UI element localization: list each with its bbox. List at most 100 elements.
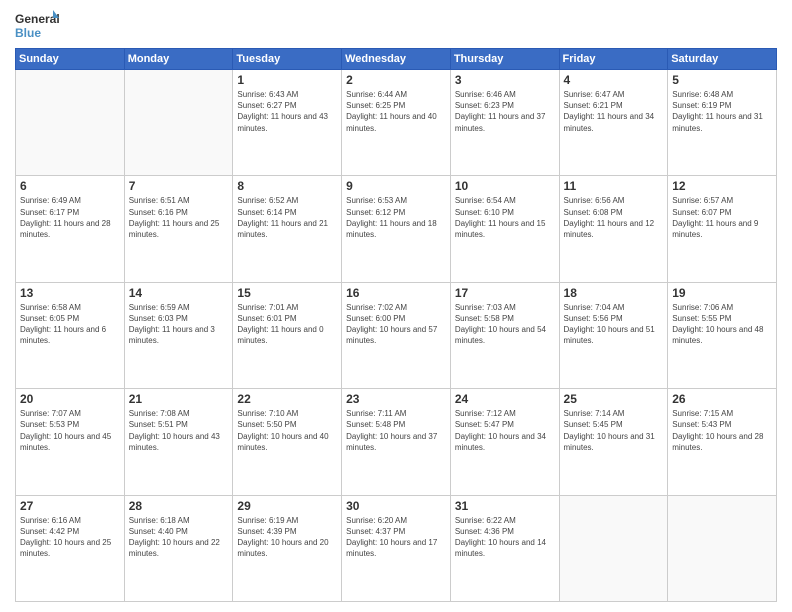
day-number: 23 <box>346 392 446 406</box>
day-info: Sunrise: 7:01 AMSunset: 6:01 PMDaylight:… <box>237 302 337 347</box>
day-info: Sunrise: 7:15 AMSunset: 5:43 PMDaylight:… <box>672 408 772 453</box>
day-info: Sunrise: 6:54 AMSunset: 6:10 PMDaylight:… <box>455 195 555 240</box>
table-row: 25 Sunrise: 7:14 AMSunset: 5:45 PMDayligh… <box>559 389 668 495</box>
day-number: 20 <box>20 392 120 406</box>
day-info: Sunrise: 6:59 AMSunset: 6:03 PMDaylight:… <box>129 302 229 347</box>
day-number: 26 <box>672 392 772 406</box>
calendar-week-row: 6Sunrise: 6:49 AMSunset: 6:17 PMDaylight… <box>16 176 777 282</box>
table-row: 5 Sunrise: 6:48 AMSunset: 6:19 PMDaylight… <box>668 70 777 176</box>
day-info: Sunrise: 6:52 AMSunset: 6:14 PMDaylight:… <box>237 195 337 240</box>
day-number: 10 <box>455 179 555 193</box>
table-row: 20 Sunrise: 7:07 AMSunset: 5:53 PMDayligh… <box>16 389 125 495</box>
day-info: Sunrise: 7:14 AMSunset: 5:45 PMDaylight:… <box>564 408 664 453</box>
day-info: Sunrise: 6:47 AMSunset: 6:21 PMDaylight:… <box>564 89 664 134</box>
day-info: Sunrise: 7:12 AMSunset: 5:47 PMDaylight:… <box>455 408 555 453</box>
table-row: 29Sunrise: 6:19 AMSunset: 4:39 PMDayligh… <box>233 495 342 601</box>
table-row: 17Sunrise: 7:03 AMSunset: 5:58 PMDayligh… <box>450 282 559 388</box>
day-number: 16 <box>346 286 446 300</box>
col-friday: Friday <box>559 49 668 70</box>
table-row: 14 Sunrise: 6:59 AMSunset: 6:03 PMDayligh… <box>124 282 233 388</box>
table-row: 30Sunrise: 6:20 AMSunset: 4:37 PMDayligh… <box>342 495 451 601</box>
day-info: Sunrise: 7:02 AMSunset: 6:00 PMDaylight:… <box>346 302 446 347</box>
day-info: Sunrise: 6:56 AMSunset: 6:08 PMDaylight:… <box>564 195 664 240</box>
col-sunday: Sunday <box>16 49 125 70</box>
logo-svg: General Blue <box>15 10 59 42</box>
day-info: Sunrise: 6:58 AMSunset: 6:05 PMDaylight:… <box>20 302 120 347</box>
table-row: 8 Sunrise: 6:52 AMSunset: 6:14 PMDaylight… <box>233 176 342 282</box>
day-info: Sunrise: 7:11 AMSunset: 5:48 PMDaylight:… <box>346 408 446 453</box>
table-row: 11 Sunrise: 6:56 AMSunset: 6:08 PMDayligh… <box>559 176 668 282</box>
day-number: 22 <box>237 392 337 406</box>
page-header: General Blue <box>15 10 777 42</box>
day-info: Sunrise: 6:20 AMSunset: 4:37 PMDaylight:… <box>346 515 446 560</box>
day-info: Sunrise: 6:49 AMSunset: 6:17 PMDaylight:… <box>20 195 120 240</box>
table-row <box>668 495 777 601</box>
day-info: Sunrise: 6:43 AMSunset: 6:27 PMDaylight:… <box>237 89 337 134</box>
col-monday: Monday <box>124 49 233 70</box>
day-info: Sunrise: 6:44 AMSunset: 6:25 PMDaylight:… <box>346 89 446 134</box>
table-row: 15 Sunrise: 7:01 AMSunset: 6:01 PMDayligh… <box>233 282 342 388</box>
day-number: 14 <box>129 286 229 300</box>
table-row <box>559 495 668 601</box>
day-number: 21 <box>129 392 229 406</box>
day-number: 25 <box>564 392 664 406</box>
table-row: 23 Sunrise: 7:11 AMSunset: 5:48 PMDayligh… <box>342 389 451 495</box>
day-number: 2 <box>346 73 446 87</box>
table-row: 7 Sunrise: 6:51 AMSunset: 6:16 PMDaylight… <box>124 176 233 282</box>
table-row: 2 Sunrise: 6:44 AMSunset: 6:25 PMDaylight… <box>342 70 451 176</box>
day-info: Sunrise: 7:10 AMSunset: 5:50 PMDaylight:… <box>237 408 337 453</box>
col-thursday: Thursday <box>450 49 559 70</box>
day-info: Sunrise: 7:07 AMSunset: 5:53 PMDaylight:… <box>20 408 120 453</box>
day-info: Sunrise: 6:53 AMSunset: 6:12 PMDaylight:… <box>346 195 446 240</box>
day-info: Sunrise: 6:19 AMSunset: 4:39 PMDaylight:… <box>237 515 337 560</box>
day-info: Sunrise: 6:48 AMSunset: 6:19 PMDaylight:… <box>672 89 772 134</box>
svg-text:Blue: Blue <box>15 26 41 40</box>
day-info: Sunrise: 6:18 AMSunset: 4:40 PMDaylight:… <box>129 515 229 560</box>
day-info: Sunrise: 6:22 AMSunset: 4:36 PMDaylight:… <box>455 515 555 560</box>
day-info: Sunrise: 7:08 AMSunset: 5:51 PMDaylight:… <box>129 408 229 453</box>
day-info: Sunrise: 6:16 AMSunset: 4:42 PMDaylight:… <box>20 515 120 560</box>
table-row: 18Sunrise: 7:04 AMSunset: 5:56 PMDayligh… <box>559 282 668 388</box>
table-row <box>16 70 125 176</box>
day-number: 9 <box>346 179 446 193</box>
table-row: 1 Sunrise: 6:43 AMSunset: 6:27 PMDaylight… <box>233 70 342 176</box>
table-row: 9 Sunrise: 6:53 AMSunset: 6:12 PMDaylight… <box>342 176 451 282</box>
day-info: Sunrise: 7:04 AMSunset: 5:56 PMDaylight:… <box>564 302 664 347</box>
day-info: Sunrise: 6:51 AMSunset: 6:16 PMDaylight:… <box>129 195 229 240</box>
calendar-week-row: 1 Sunrise: 6:43 AMSunset: 6:27 PMDaylight… <box>16 70 777 176</box>
day-number: 1 <box>237 73 337 87</box>
day-number: 24 <box>455 392 555 406</box>
day-number: 27 <box>20 499 120 513</box>
day-info: Sunrise: 6:46 AMSunset: 6:23 PMDaylight:… <box>455 89 555 134</box>
table-row: 4 Sunrise: 6:47 AMSunset: 6:21 PMDaylight… <box>559 70 668 176</box>
day-number: 4 <box>564 73 664 87</box>
table-row: 16 Sunrise: 7:02 AMSunset: 6:00 PMDayligh… <box>342 282 451 388</box>
table-row: 21 Sunrise: 7:08 AMSunset: 5:51 PMDayligh… <box>124 389 233 495</box>
day-number: 12 <box>672 179 772 193</box>
calendar-week-row: 27 Sunrise: 6:16 AMSunset: 4:42 PMDayligh… <box>16 495 777 601</box>
col-saturday: Saturday <box>668 49 777 70</box>
table-row: 3Sunrise: 6:46 AMSunset: 6:23 PMDaylight… <box>450 70 559 176</box>
day-number: 7 <box>129 179 229 193</box>
day-number: 11 <box>564 179 664 193</box>
day-number: 15 <box>237 286 337 300</box>
col-tuesday: Tuesday <box>233 49 342 70</box>
col-wednesday: Wednesday <box>342 49 451 70</box>
day-number: 31 <box>455 499 555 513</box>
table-row: 26 Sunrise: 7:15 AMSunset: 5:43 PMDayligh… <box>668 389 777 495</box>
table-row <box>124 70 233 176</box>
day-number: 19 <box>672 286 772 300</box>
day-number: 13 <box>20 286 120 300</box>
table-row: 22 Sunrise: 7:10 AMSunset: 5:50 PMDayligh… <box>233 389 342 495</box>
table-row: 6Sunrise: 6:49 AMSunset: 6:17 PMDaylight… <box>16 176 125 282</box>
day-number: 5 <box>672 73 772 87</box>
table-row: 24 Sunrise: 7:12 AMSunset: 5:47 PMDayligh… <box>450 389 559 495</box>
table-row: 10 Sunrise: 6:54 AMSunset: 6:10 PMDayligh… <box>450 176 559 282</box>
day-number: 8 <box>237 179 337 193</box>
day-info: Sunrise: 7:03 AMSunset: 5:58 PMDaylight:… <box>455 302 555 347</box>
day-info: Sunrise: 7:06 AMSunset: 5:55 PMDaylight:… <box>672 302 772 347</box>
day-number: 28 <box>129 499 229 513</box>
calendar-table: Sunday Monday Tuesday Wednesday Thursday… <box>15 48 777 602</box>
table-row: 13 Sunrise: 6:58 AMSunset: 6:05 PMDayligh… <box>16 282 125 388</box>
table-row: 12Sunrise: 6:57 AMSunset: 6:07 PMDayligh… <box>668 176 777 282</box>
